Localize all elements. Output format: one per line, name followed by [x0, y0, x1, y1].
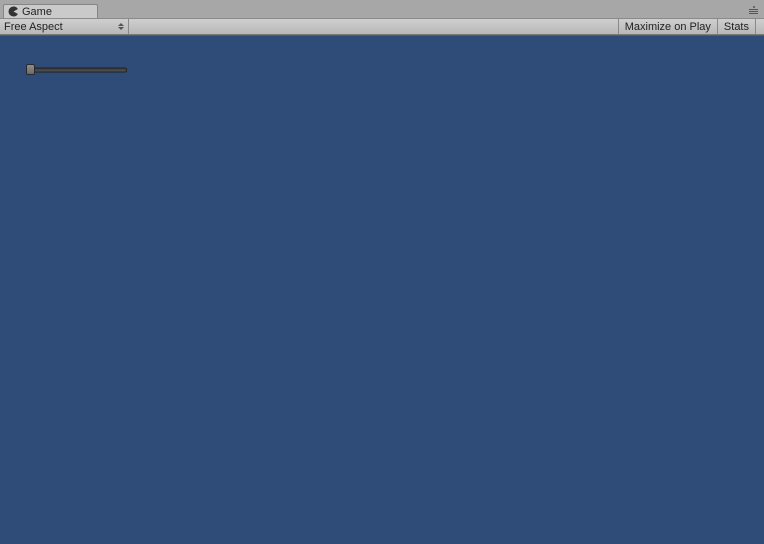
dropdown-arrows-icon [118, 23, 124, 30]
panel-menu-icon[interactable] [749, 6, 758, 14]
aspect-label: Free Aspect [4, 21, 63, 33]
slider-track [28, 68, 127, 73]
slider[interactable] [26, 65, 127, 75]
maximize-label: Maximize on Play [625, 21, 711, 33]
tab-bar: Game [0, 4, 764, 18]
stats-button[interactable]: Stats [718, 19, 756, 34]
toolbar-end-gap [756, 19, 764, 34]
game-viewport [0, 35, 764, 544]
aspect-dropdown[interactable]: Free Aspect [0, 19, 129, 34]
game-toolbar: Free Aspect Maximize on Play Stats [0, 18, 764, 35]
toolbar-spacer [129, 19, 619, 34]
maximize-on-play-button[interactable]: Maximize on Play [619, 19, 718, 34]
slider-thumb[interactable] [26, 64, 35, 75]
tab-label: Game [22, 6, 52, 18]
tab-game[interactable]: Game [3, 4, 98, 18]
stats-label: Stats [724, 21, 749, 33]
pacman-icon [8, 6, 19, 17]
